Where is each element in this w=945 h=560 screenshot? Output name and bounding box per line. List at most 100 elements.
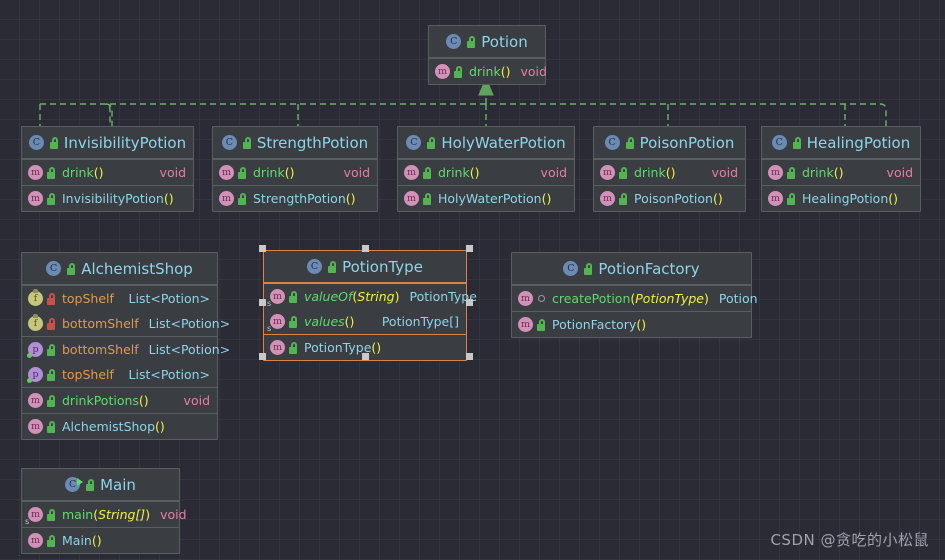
private-lock-icon: [46, 317, 56, 330]
member-type: PotionType[]: [381, 314, 459, 329]
member-row[interactable]: m drink() void: [22, 160, 193, 185]
member-section: m PoisonPotion(): [594, 185, 745, 211]
class-node-potionfactory[interactable]: C PotionFactory m createPotion (PotionTyp…: [511, 252, 758, 338]
public-lock-icon: [536, 318, 546, 331]
selection-handle-e[interactable]: [466, 299, 473, 306]
class-node-poisonpotion[interactable]: C PoisonPotion m drink() void m PoisonPo…: [593, 126, 746, 212]
member-row[interactable]: m AlchemistShop(): [22, 414, 217, 439]
class-node-main[interactable]: C Main m main(String[]) void m Main(): [21, 468, 187, 554]
member-name: StrengthPotion: [253, 191, 346, 206]
class-header[interactable]: C Potion: [429, 26, 545, 58]
class-node-strengthpotion[interactable]: C StrengthPotion m drink() void m Streng…: [212, 126, 378, 212]
member-section: m main(String[]) void: [22, 501, 187, 527]
member-row[interactable]: m valueOf(String) PotionType: [264, 284, 477, 309]
class-header[interactable]: C PotionType: [264, 251, 466, 283]
public-lock-icon: [237, 166, 247, 179]
selection-handle-ne[interactable]: [466, 245, 473, 252]
class-node-potion[interactable]: C Potion m drink() void: [428, 25, 547, 85]
package-private-icon: [537, 295, 545, 302]
selection-handle-nw[interactable]: [259, 245, 266, 252]
public-lock-icon: [422, 192, 432, 205]
public-lock-icon: [242, 136, 252, 149]
class-header[interactable]: C PoisonPotion: [594, 127, 745, 159]
member-name: values: [304, 314, 345, 329]
member-args: (String): [352, 289, 400, 304]
member-row[interactable]: m createPotion (PotionType) Potion: [512, 286, 758, 311]
class-node-healingpotion[interactable]: C HealingPotion m drink() void m Healing…: [761, 126, 921, 212]
public-lock-icon: [49, 136, 59, 149]
property-icon: p: [27, 367, 43, 383]
class-header[interactable]: C InvisibilityPotion: [22, 127, 193, 159]
member-name: topShelf: [62, 291, 114, 306]
member-name: drink: [802, 165, 834, 180]
public-lock-icon: [583, 262, 593, 275]
member-section: m drink() void: [429, 58, 547, 84]
method-icon: m: [435, 64, 450, 79]
member-row[interactable]: m Main(): [22, 528, 179, 553]
public-lock-icon: [46, 508, 56, 521]
member-arg-type: PotionType: [635, 291, 704, 306]
member-section: m drink() void: [762, 159, 920, 185]
class-node-alchemistshop[interactable]: C AlchemistShop f topShelf List<Potion> …: [21, 252, 230, 440]
member-name: main: [62, 507, 94, 522]
member-row[interactable]: m PotionFactory(): [512, 312, 751, 337]
class-node-invisibilitypotion[interactable]: C InvisibilityPotion m drink() void m In…: [21, 126, 194, 212]
class-header[interactable]: C AlchemistShop: [22, 253, 217, 285]
member-section: m HolyWaterPotion(): [398, 185, 574, 211]
member-section: m Main(): [22, 527, 179, 553]
public-lock-icon: [618, 192, 628, 205]
public-lock-icon: [453, 65, 463, 78]
public-lock-icon: [426, 136, 436, 149]
member-name: drink: [469, 64, 501, 79]
member-row[interactable]: m HolyWaterPotion(): [398, 186, 574, 211]
member-parens: (): [91, 533, 102, 548]
public-lock-icon: [422, 166, 432, 179]
member-row[interactable]: m drinkPotions() void: [22, 388, 217, 413]
member-row[interactable]: f bottomShelf List<Potion>: [22, 311, 230, 336]
member-args: (String[]): [93, 507, 151, 522]
class-header[interactable]: C HealingPotion: [762, 127, 920, 159]
member-row[interactable]: m drink() void: [398, 160, 574, 185]
member-row[interactable]: m InvisibilityPotion(): [22, 186, 193, 211]
selection-handle-w[interactable]: [259, 299, 266, 306]
class-header[interactable]: C StrengthPotion: [213, 127, 377, 159]
member-row[interactable]: m drink() void: [594, 160, 745, 185]
class-runnable-icon: C: [65, 477, 84, 492]
class-node-potiontype[interactable]: C PotionType m valueOf(String) PotionTyp…: [263, 250, 477, 361]
public-lock-icon: [786, 192, 796, 205]
member-name: drinkPotions: [62, 393, 139, 408]
member-section: m drinkPotions() void: [22, 387, 217, 413]
member-row[interactable]: m values() PotionType[]: [264, 309, 466, 334]
class-icon: C: [307, 259, 323, 274]
member-parens: (): [155, 419, 165, 434]
member-type: void: [343, 165, 370, 180]
member-row[interactable]: m HealingPotion(): [762, 186, 920, 211]
public-lock-icon: [792, 136, 802, 149]
class-icon: C: [446, 34, 462, 49]
member-parens: (): [665, 165, 676, 180]
member-row[interactable]: m StrengthPotion(): [213, 186, 377, 211]
selection-handle-s[interactable]: [362, 353, 369, 360]
member-row[interactable]: m PoisonPotion(): [594, 186, 745, 211]
class-name: HolyWaterPotion: [441, 133, 566, 152]
member-type: void: [160, 507, 187, 522]
selection-handle-se[interactable]: [466, 353, 473, 360]
selection-handle-n[interactable]: [362, 245, 369, 252]
member-row[interactable]: p topShelf List<Potion>: [22, 362, 217, 387]
class-header[interactable]: C PotionFactory: [512, 253, 751, 285]
class-node-holywaterpotion[interactable]: C HolyWaterPotion m drink() void m HolyW…: [397, 126, 575, 212]
class-name: InvisibilityPotion: [63, 133, 187, 152]
member-row[interactable]: m drink() void: [762, 160, 920, 185]
class-header[interactable]: C HolyWaterPotion: [398, 127, 574, 159]
uml-diagram-canvas[interactable]: C Potion m drink() void C InvisibilityPo…: [0, 0, 945, 560]
member-row[interactable]: m main(String[]) void: [22, 502, 187, 527]
member-row[interactable]: m drink() void: [213, 160, 377, 185]
selection-handle-sw[interactable]: [259, 353, 266, 360]
method-icon: m: [219, 165, 234, 180]
class-header[interactable]: C Main: [22, 469, 179, 501]
member-row[interactable]: p bottomShelf List<Potion>: [22, 337, 230, 362]
private-lock-icon: [46, 292, 56, 305]
member-row[interactable]: m drink() void: [429, 59, 547, 84]
method-icon: m: [768, 165, 783, 180]
member-row[interactable]: f topShelf List<Potion>: [22, 286, 217, 311]
